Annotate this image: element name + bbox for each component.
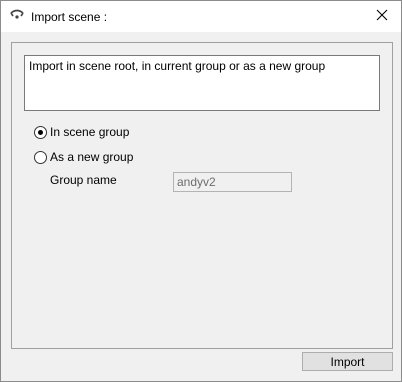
window-title: Import scene : bbox=[31, 10, 108, 24]
group-name-input[interactable] bbox=[173, 172, 292, 192]
group-name-label: Group name bbox=[50, 173, 117, 187]
description-box: Import in scene root, in current group o… bbox=[24, 55, 380, 111]
import-scene-dialog: Import scene : Import in scene root, in … bbox=[0, 0, 402, 382]
radio-label-as-new-group[interactable]: As a new group bbox=[50, 150, 133, 164]
import-button[interactable]: Import bbox=[302, 352, 393, 371]
options-panel: Import in scene root, in current group o… bbox=[11, 42, 393, 349]
radio-button-unselected[interactable] bbox=[34, 151, 47, 164]
close-button[interactable] bbox=[365, 1, 401, 31]
app-icon bbox=[9, 9, 25, 23]
title-bar[interactable]: Import scene : bbox=[1, 1, 401, 32]
radio-label-in-scene-group[interactable]: In scene group bbox=[50, 125, 129, 139]
radio-button-selected[interactable] bbox=[34, 126, 47, 139]
close-icon bbox=[376, 9, 388, 21]
